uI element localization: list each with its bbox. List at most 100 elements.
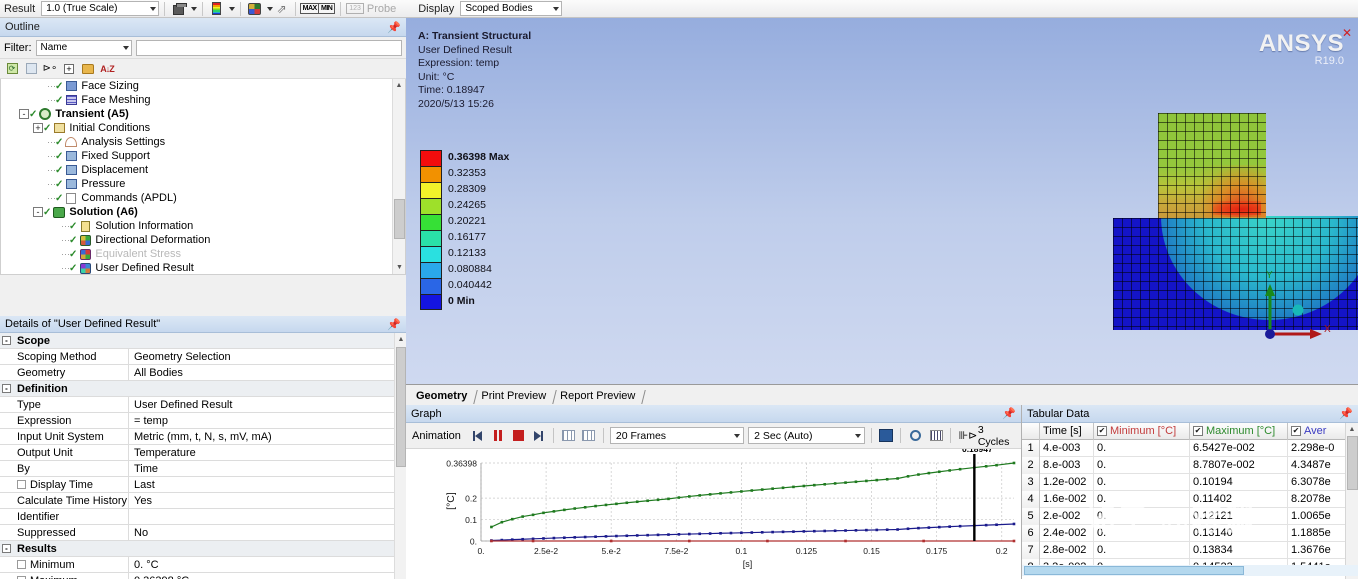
cell-maximum[interactable]: 0.12121 [1190, 507, 1288, 525]
distributed-view-icon[interactable] [560, 427, 577, 444]
cell-average[interactable]: 1.1885e [1288, 524, 1346, 542]
details-row-by[interactable]: By Time [0, 460, 394, 477]
stop-button[interactable] [510, 427, 527, 444]
cell-maximum[interactable]: 8.7807e-002 [1190, 456, 1288, 474]
cycles-icon[interactable]: ⊪⊳ [957, 427, 978, 444]
viewport-tab-geometry[interactable]: Geometry [409, 388, 474, 405]
details-row-value[interactable]: Last [128, 476, 394, 493]
split-view-icon[interactable] [580, 427, 597, 444]
scroll-thumb[interactable] [394, 199, 405, 239]
details-row-output-unit[interactable]: Output Unit Temperature [0, 444, 394, 461]
table-row[interactable]: 7 2.8e-002 0. 0.13834 1.3676e [1022, 541, 1358, 559]
expand-all-icon[interactable]: + [61, 61, 77, 77]
outline-item-directional-deformation[interactable]: ⋯ ✓ Directional Deformation [1, 233, 405, 247]
viewport-tab-print-preview[interactable]: Print Preview [474, 388, 553, 405]
filter-flag-icon[interactable]: ⊳∘ [42, 61, 58, 77]
cell-average[interactable]: 4.3487e [1288, 456, 1346, 474]
details-row-minimum[interactable]: Minimum 0. °C [0, 556, 394, 573]
cell-average[interactable]: 1.0065e [1288, 507, 1346, 525]
pin-icon[interactable]: 📌 [387, 21, 401, 34]
scroll-thumb[interactable] [1024, 566, 1244, 575]
scale-combo[interactable]: 1.0 (True Scale) [41, 1, 160, 16]
chevron-down-icon[interactable] [229, 6, 236, 11]
details-row-expression[interactable]: Expression = temp [0, 412, 394, 429]
outline-item-fixed-support[interactable]: ⋯ ✓ Fixed Support [1, 149, 405, 163]
column-header-average[interactable]: ✔ Aver [1288, 422, 1346, 440]
outline-item-pressure[interactable]: ⋯ ✓ Pressure [1, 177, 405, 191]
outline-item-transient-a5[interactable]: - ✓ Transient (A5) [1, 107, 405, 121]
details-row-value[interactable]: Yes [128, 492, 394, 509]
details-row-value[interactable]: = temp [128, 412, 394, 429]
cell-time[interactable]: 8.e-003 [1040, 456, 1094, 474]
graph-plot[interactable]: 0. 0.1 0.2 0.36398 0. 2.5e-2 5.e-2 7.5e-2 0.1 0.1… [406, 449, 1021, 579]
outline-item-commands-apdl[interactable]: ⋯ ✓ Commands (APDL) [1, 191, 405, 205]
refresh-icon[interactable]: ⟳ [4, 61, 20, 77]
cell-average[interactable]: 2.298e-0 [1288, 439, 1346, 457]
cell-time[interactable]: 2.8e-002 [1040, 541, 1094, 559]
table-row[interactable]: 4 1.6e-002 0. 0.11402 8.2078e [1022, 490, 1358, 508]
pin-icon[interactable]: 📌 [1339, 407, 1353, 420]
outline-scrollbar[interactable]: ▲ ▼ [392, 79, 405, 274]
cell-time[interactable]: 2.e-002 [1040, 507, 1094, 525]
cell-time[interactable]: 1.6e-002 [1040, 490, 1094, 508]
outline-item-face-sizing[interactable]: ⋯ ✓ Face Sizing [1, 79, 405, 93]
cell-maximum[interactable]: 0.10194 [1190, 473, 1288, 491]
graphics-viewport[interactable]: A: Transient Structural User Defined Res… [406, 18, 1358, 384]
cell-minimum[interactable]: 0. [1094, 473, 1190, 491]
details-row-value[interactable]: Geometry Selection [128, 348, 394, 365]
scroll-up-icon[interactable]: ▲ [393, 79, 405, 92]
outline-item-displacement[interactable]: ⋯ ✓ Displacement [1, 163, 405, 177]
collapse-icon[interactable]: - [0, 544, 13, 553]
chevron-down-icon[interactable] [191, 6, 198, 11]
details-row-value[interactable]: No [128, 524, 394, 541]
tree-expander[interactable]: - [19, 109, 29, 119]
filter-type-combo[interactable]: Name [35, 39, 132, 56]
column-header-minimum[interactable]: ✔ Minimum [°C] [1094, 422, 1190, 440]
pin-icon[interactable]: 📌 [1002, 407, 1016, 420]
cell-minimum[interactable]: 0. [1094, 439, 1190, 457]
vector-display-icon[interactable]: ⇗ [273, 1, 290, 17]
details-row-value[interactable]: 0.36398 °C [128, 572, 394, 579]
details-row-value[interactable]: Temperature [128, 444, 394, 461]
details-row-value[interactable]: User Defined Result [128, 396, 394, 413]
export-video-icon[interactable] [878, 427, 895, 444]
cell-maximum[interactable]: 6.5427e-002 [1190, 439, 1288, 457]
cell-time[interactable]: 4.e-003 [1040, 439, 1094, 457]
column-header-maximum[interactable]: ✔ Maximum [°C] [1190, 422, 1288, 440]
details-row-maximum[interactable]: Maximum 0.36398 °C [0, 572, 394, 579]
details-row-scoping-method[interactable]: Scoping Method Geometry Selection [0, 348, 394, 365]
details-row-value[interactable] [128, 508, 394, 525]
show-hide-icon[interactable] [23, 61, 39, 77]
table-row[interactable]: 2 8.e-003 0. 8.7807e-002 4.3487e [1022, 456, 1358, 474]
details-row-type[interactable]: Type User Defined Result [0, 396, 394, 413]
collapse-icon[interactable]: - [0, 336, 13, 345]
outline-item-solution-information[interactable]: ⋯ ✓ Solution Information [1, 219, 405, 233]
details-row-value[interactable]: Time [128, 460, 394, 477]
cell-maximum[interactable]: 0.11402 [1190, 490, 1288, 508]
cell-minimum[interactable]: 0. [1094, 507, 1190, 525]
cell-average[interactable]: 8.2078e [1288, 490, 1346, 508]
viewport-tabs[interactable]: Geometry Print Preview Report Preview [406, 384, 1358, 405]
legend-contours-icon[interactable] [208, 1, 225, 17]
go-to-start-button[interactable] [469, 427, 486, 444]
frames-combo[interactable]: 20 Frames [609, 427, 745, 444]
duration-combo[interactable]: 2 Sec (Auto) [748, 427, 865, 444]
viewport-tab-report-preview[interactable]: Report Preview [553, 388, 642, 405]
details-row-calculate-time-history[interactable]: Calculate Time History Yes [0, 492, 394, 509]
outline-item-analysis-settings[interactable]: ⋯ ✓ Analysis Settings [1, 135, 405, 149]
scroll-thumb[interactable] [396, 347, 406, 467]
maximum-checkbox[interactable]: ✔ [1193, 426, 1203, 436]
folder-icon[interactable] [80, 61, 96, 77]
details-row-geometry[interactable]: Geometry All Bodies [0, 364, 394, 381]
table-row[interactable]: 1 4.e-003 0. 6.5427e-002 2.298e-0 [1022, 439, 1358, 457]
go-to-end-button[interactable] [530, 427, 547, 444]
cell-maximum[interactable]: 0.13140 [1190, 524, 1288, 542]
cell-minimum[interactable]: 0. [1094, 490, 1190, 508]
tree-expander[interactable]: - [33, 207, 43, 217]
close-icon[interactable]: ✕ [1342, 26, 1352, 40]
display-scoped-combo[interactable]: Scoped Bodies [460, 1, 563, 16]
average-checkbox[interactable]: ✔ [1291, 426, 1301, 436]
geometry-display-icon[interactable] [170, 1, 187, 17]
tabular-hscrollbar[interactable] [1022, 565, 1358, 576]
probe-button[interactable]: 123 Probe [346, 3, 396, 15]
